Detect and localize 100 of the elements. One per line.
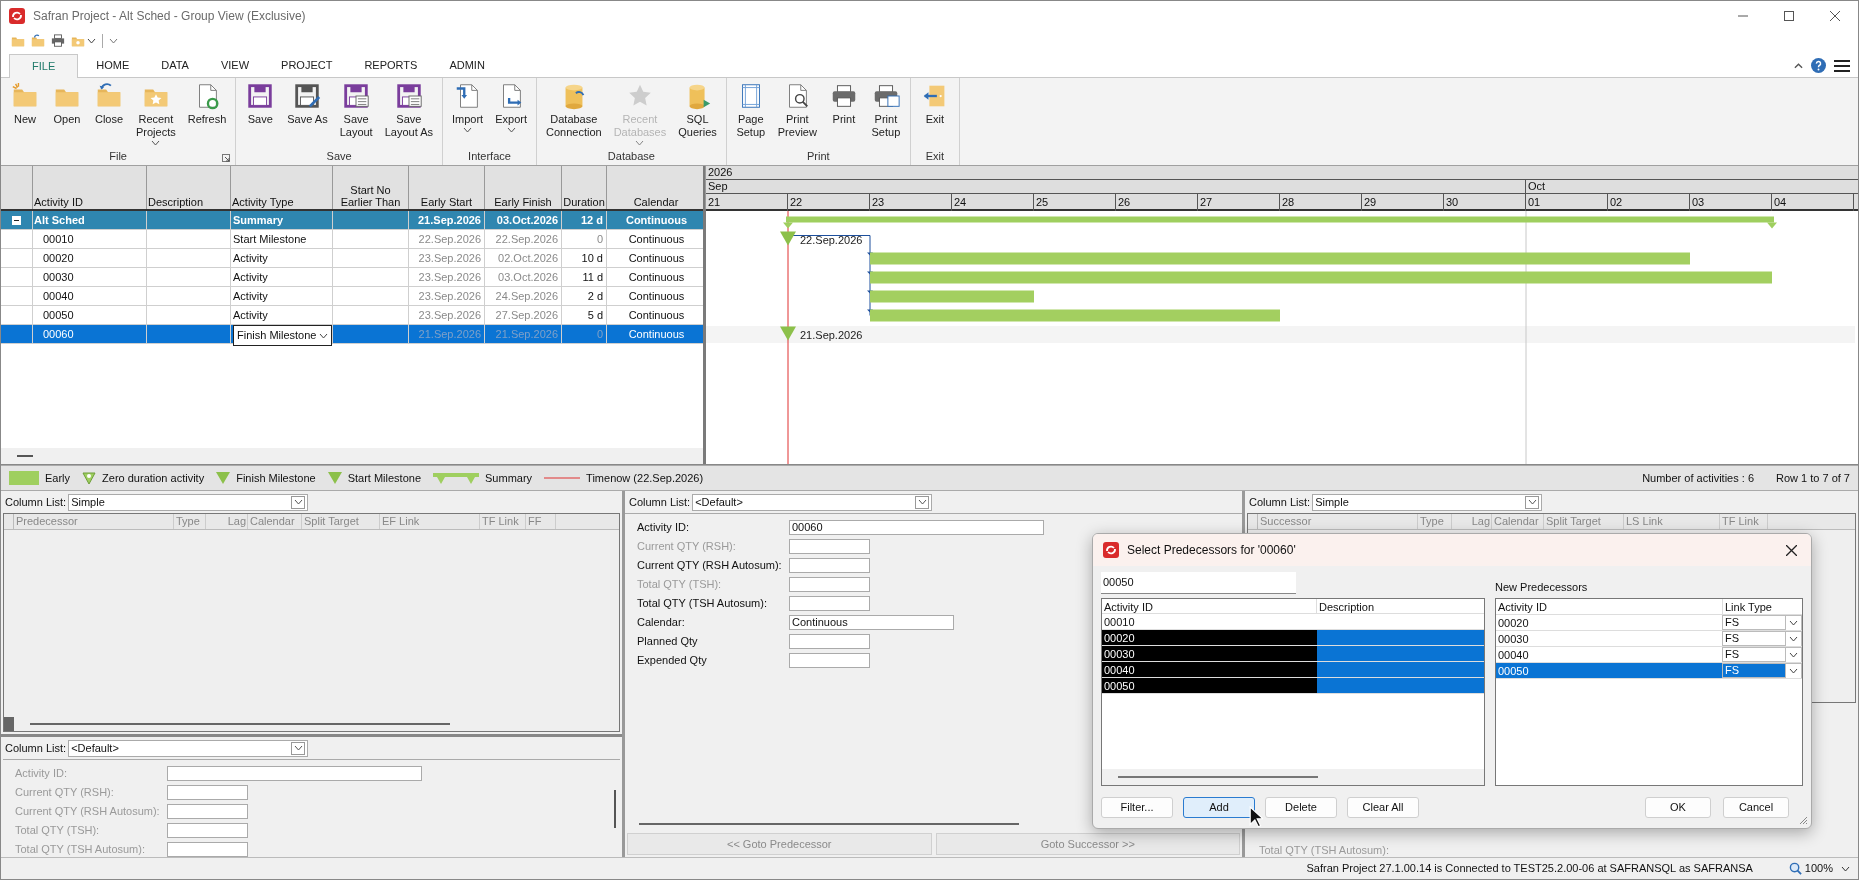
- scroll-handle[interactable]: [4, 717, 14, 731]
- input-field[interactable]: [167, 784, 248, 800]
- dropdown-caret-icon: [293, 499, 303, 505]
- ribbon-button[interactable]: Page Setup: [729, 81, 772, 139]
- column-header[interactable]: Activity ID: [1104, 601, 1153, 613]
- dialog-button[interactable]: Add: [1183, 796, 1255, 818]
- column-list-dropdown[interactable]: Simple: [1312, 493, 1543, 511]
- column-header[interactable]: Activity ID: [1498, 601, 1547, 613]
- column-header[interactable]: Link Type: [1725, 601, 1772, 613]
- activity-bar[interactable]: [870, 271, 1772, 284]
- input-field[interactable]: [167, 841, 248, 857]
- column-header[interactable]: Early Start: [420, 196, 473, 208]
- ribbon-button[interactable]: SQL Queries: [672, 81, 723, 139]
- ribbon-button[interactable]: Print Preview: [771, 81, 823, 139]
- ribbon-button[interactable]: New: [4, 81, 46, 126]
- ribbon-button[interactable]: Close: [88, 81, 130, 126]
- input-field[interactable]: [789, 595, 870, 611]
- resize-grip-icon[interactable]: [1798, 815, 1808, 825]
- input-field[interactable]: [789, 538, 870, 554]
- input-field[interactable]: Continuous: [789, 614, 954, 630]
- list-row[interactable]: 00030 FS: [1496, 631, 1802, 647]
- input-field[interactable]: [167, 803, 248, 819]
- activity-bar[interactable]: [870, 252, 1690, 265]
- activity-bar[interactable]: [870, 290, 1034, 303]
- ribbon-button[interactable]: Open: [46, 81, 88, 126]
- table-cell-text: 00040: [42, 288, 74, 304]
- activity-type-dropdown[interactable]: Finish Milestone: [233, 325, 332, 346]
- input-field[interactable]: [789, 652, 870, 668]
- column-header[interactable]: Early Finish: [494, 196, 552, 208]
- column-list-dropdown[interactable]: <Default>: [692, 493, 933, 511]
- activity-bar[interactable]: [870, 309, 1280, 322]
- ribbon-button[interactable]: Save As: [281, 81, 334, 126]
- dialog-button[interactable]: Cancel: [1723, 796, 1789, 818]
- ribbon-tab[interactable]: DATA: [147, 53, 203, 77]
- splitter-handle-icon[interactable]: [17, 455, 33, 457]
- table-cell-text: Continuous: [628, 269, 685, 285]
- collapse-icon[interactable]: [12, 215, 21, 225]
- column-header[interactable]: Duration: [563, 196, 605, 208]
- input-field[interactable]: 00060: [789, 519, 1044, 535]
- floppy-layout-icon: [341, 81, 372, 111]
- table-cell-text: 23.Sep.2026: [418, 250, 481, 266]
- ribbon-button[interactable]: Refresh: [181, 81, 233, 126]
- ribbon-button[interactable]: Import: [446, 81, 490, 133]
- ribbon-tab[interactable]: REPORTS: [350, 53, 432, 77]
- list-row[interactable]: 00020 FS: [1496, 615, 1802, 631]
- table-row[interactable]: 00040 Activity 23.Sep.2026 24.Sep.2026 2 d Continuous: [1, 287, 703, 306]
- ribbon-button[interactable]: Save: [239, 81, 282, 126]
- folder-arrow-icon[interactable]: [31, 34, 45, 48]
- ribbon-button[interactable]: Save Layout As: [378, 81, 439, 139]
- milestone-marker[interactable]: [780, 326, 796, 341]
- dialog-button[interactable]: Delete: [1265, 796, 1337, 818]
- menu-icon[interactable]: [1834, 58, 1850, 73]
- list-row[interactable]: 00050 FS: [1496, 663, 1802, 679]
- table-row[interactable]: 00030 Activity 23.Sep.2026 03.Oct.2026 11 d Continuous: [1, 268, 703, 287]
- column-header[interactable]: Description: [148, 196, 204, 208]
- column-header[interactable]: Activity Type: [232, 196, 294, 208]
- ribbon-button[interactable]: Recent Projects: [130, 81, 182, 146]
- ribbon-button[interactable]: Save Layout: [333, 81, 379, 139]
- link-type-dropdown[interactable]: FS: [1722, 615, 1802, 630]
- table-row[interactable]: 00050 Activity 23.Sep.2026 27.Sep.2026 5 d Continuous: [1, 306, 703, 325]
- column-list-dropdown[interactable]: Simple: [68, 493, 309, 511]
- dialog-button[interactable]: Clear All: [1347, 796, 1419, 818]
- input-field[interactable]: [167, 822, 248, 838]
- column-header[interactable]: Start No Earlier Than: [333, 184, 408, 208]
- column-header[interactable]: Description: [1319, 601, 1375, 613]
- ribbon-tab[interactable]: HOME: [82, 53, 144, 77]
- dialog-button[interactable]: OK: [1645, 796, 1711, 818]
- ribbon-tab[interactable]: VIEW: [206, 53, 264, 77]
- input-field[interactable]: [789, 576, 870, 592]
- table-row[interactable]: 00060 Finish Milestone 21.Sep.2026 21.Sep.2026 0 Continuous: [1, 325, 703, 344]
- collapse-ribbon-icon[interactable]: [1794, 62, 1803, 69]
- help-icon[interactable]: [1811, 58, 1826, 73]
- zoom-icon[interactable]: [1788, 862, 1802, 875]
- ribbon-tab[interactable]: PROJECT: [267, 53, 347, 77]
- ribbon-button[interactable]: Database Connection: [540, 81, 608, 139]
- ribbon-button[interactable]: Print: [822, 81, 865, 126]
- link-type-dropdown[interactable]: FS: [1722, 647, 1802, 662]
- column-list-dropdown[interactable]: <Default>: [68, 739, 309, 757]
- input-field[interactable]: [167, 765, 422, 781]
- table-row[interactable]: 00010 Start Milestone 22.Sep.2026 22.Sep.2026 0 Continuous: [1, 230, 703, 249]
- dialog-button[interactable]: Filter...: [1101, 796, 1173, 818]
- table-row[interactable]: Alt Sched Summary 21.Sep.2026 03.Oct.2026 12 d Continuous: [1, 211, 703, 230]
- table-cell-text: Activity: [233, 307, 268, 323]
- dialog-launcher-icon[interactable]: [222, 154, 231, 162]
- field-label: Current QTY (RSH Autosum):: [637, 557, 783, 573]
- search-field[interactable]: 00050: [1101, 572, 1296, 594]
- column-header[interactable]: Calendar: [633, 196, 679, 208]
- column-header[interactable]: Activity ID: [34, 196, 83, 208]
- ribbon-button[interactable]: Exit: [913, 81, 956, 126]
- input-field[interactable]: [789, 633, 870, 649]
- link-type-dropdown[interactable]: FS: [1722, 663, 1802, 678]
- ribbon-button[interactable]: Print Setup: [864, 81, 907, 139]
- ribbon-button[interactable]: Export: [489, 81, 533, 133]
- printer-icon[interactable]: [51, 34, 65, 48]
- milestone-marker[interactable]: [780, 231, 796, 246]
- input-field[interactable]: [789, 557, 870, 573]
- table-row[interactable]: 00020 Activity 23.Sep.2026 02.Oct.2026 10 d Continuous: [1, 249, 703, 268]
- ribbon-tab[interactable]: FILE: [9, 54, 79, 78]
- ribbon-tab[interactable]: ADMIN: [435, 53, 499, 77]
- link-type-dropdown[interactable]: FS: [1722, 631, 1802, 646]
